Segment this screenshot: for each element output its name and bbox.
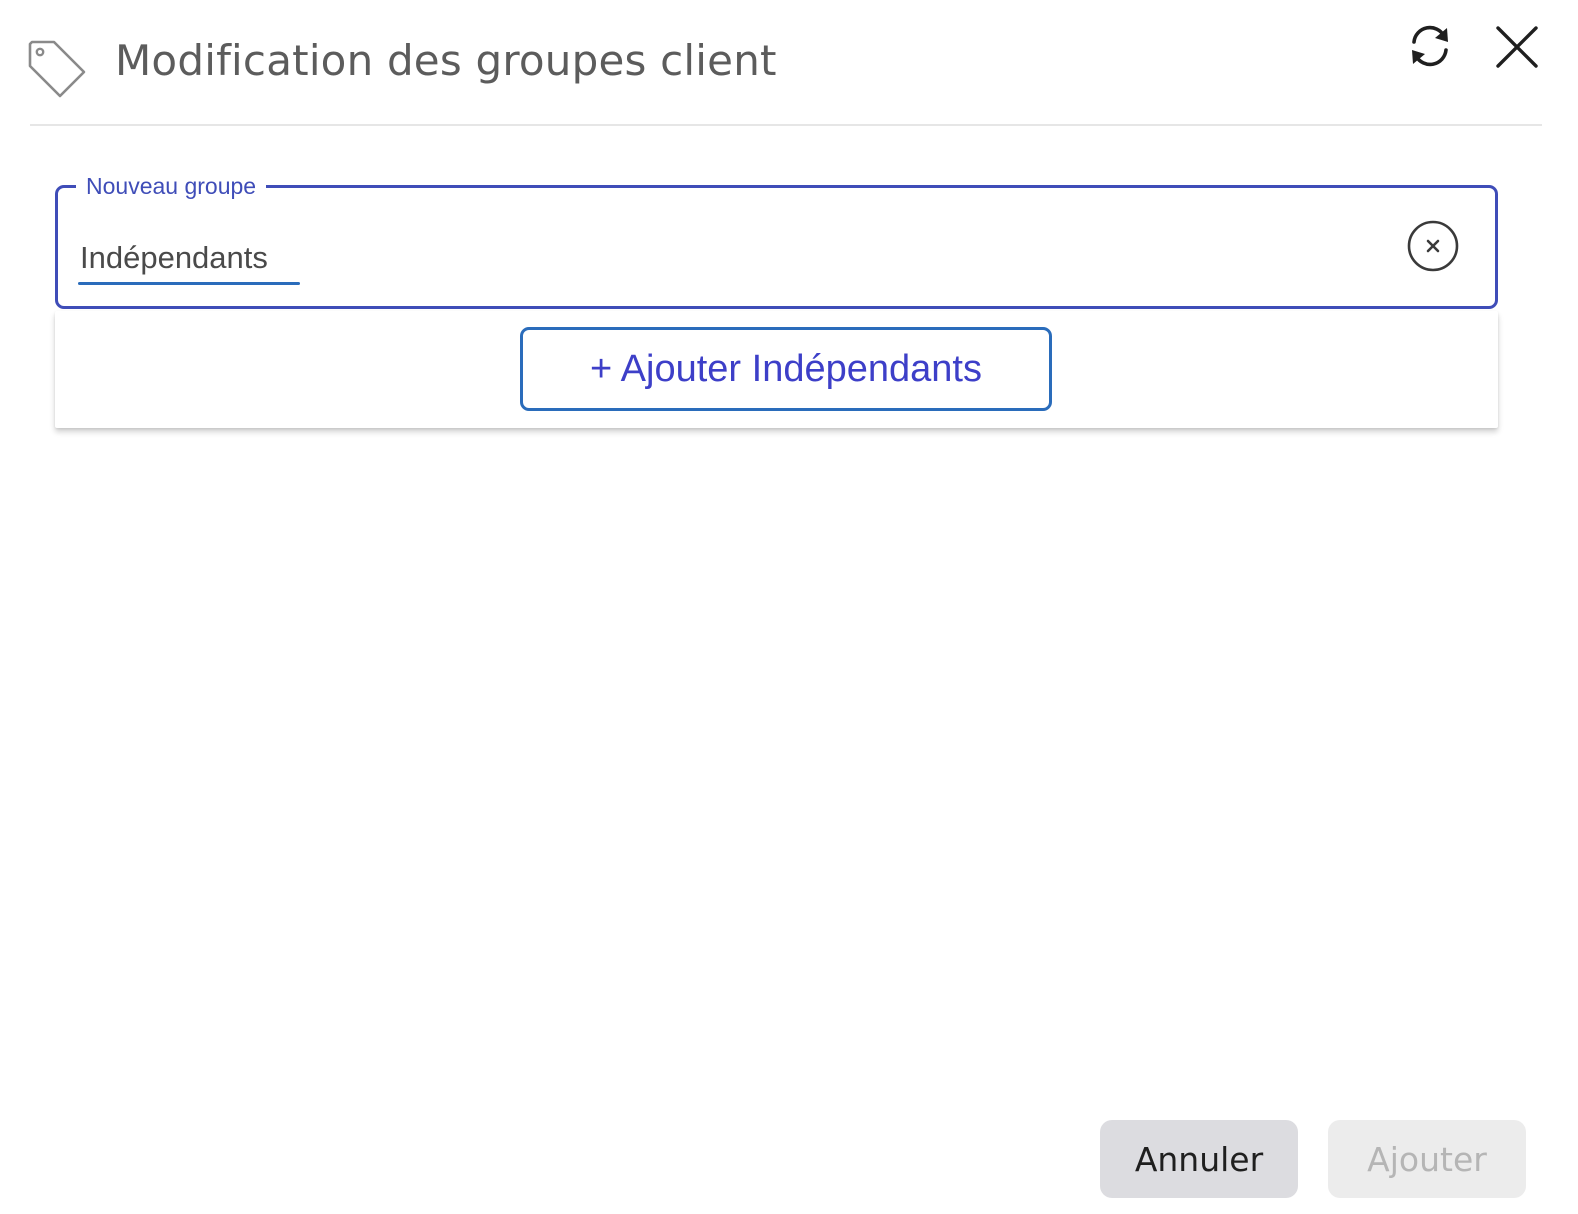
refresh-icon[interactable] [1404,20,1456,72]
dialog-header: Modification des groupes client [0,0,1578,126]
spellcheck-underline [78,282,300,285]
close-icon[interactable] [1492,22,1542,72]
dialog-title: Modification des groupes client [115,36,777,85]
add-button[interactable]: Ajouter [1328,1120,1526,1198]
edit-customer-groups-dialog: Modification des groupes client Nouveau … [0,0,1578,1214]
new-group-label: Nouveau groupe [76,171,267,201]
suggestions-dropdown: + Ajouter Indépendants [55,311,1498,428]
new-group-input[interactable] [80,236,1380,280]
tag-icon [28,40,86,98]
clear-circle-icon[interactable] [1405,218,1461,274]
add-group-option[interactable]: + Ajouter Indépendants [520,327,1052,411]
cancel-button[interactable]: Annuler [1100,1120,1298,1198]
header-divider [30,124,1542,126]
new-group-field[interactable]: Nouveau groupe [55,171,1498,309]
